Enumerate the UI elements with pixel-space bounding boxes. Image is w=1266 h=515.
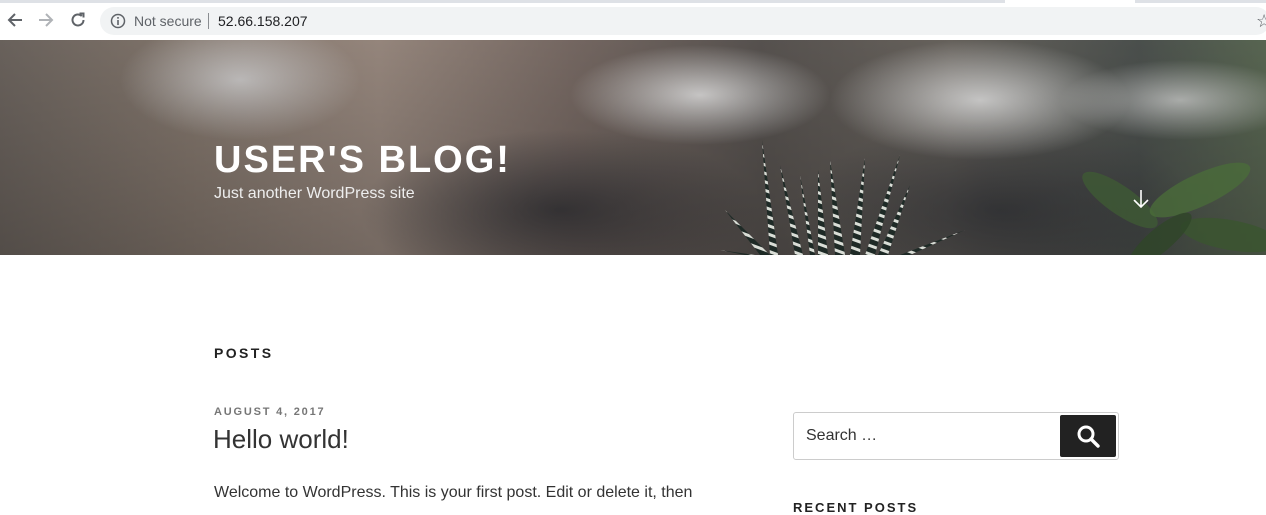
search-icon	[1077, 425, 1100, 448]
post-date[interactable]: AUGUST 4, 2017	[214, 406, 325, 418]
post-title[interactable]: Hello world!	[213, 424, 349, 455]
recent-posts-heading: RECENT POSTS	[793, 500, 919, 515]
bookmark-star-icon[interactable]: ☆	[1256, 11, 1266, 31]
url-text[interactable]: 52.66.158.207	[218, 13, 308, 29]
security-label: Not secure	[134, 13, 202, 29]
site-description: Just another WordPress site	[214, 185, 415, 202]
foliage-image	[1082, 162, 1266, 255]
info-icon[interactable]	[110, 13, 126, 29]
tab-strip	[0, 0, 1266, 3]
reload-icon[interactable]	[69, 11, 87, 29]
back-icon[interactable]	[6, 11, 24, 29]
posts-heading: POSTS	[214, 345, 274, 361]
plant-image	[720, 140, 965, 255]
search-input[interactable]	[794, 413, 1054, 459]
search-form	[793, 412, 1119, 460]
active-tab-indicator	[1005, 0, 1135, 3]
post-excerpt: Welcome to WordPress. This is your first…	[214, 484, 693, 501]
site-header: USER'S BLOG! Just another WordPress site	[0, 40, 1266, 255]
browser-toolbar: Not secure 52.66.158.207 ☆	[0, 0, 1266, 41]
search-button[interactable]	[1060, 415, 1116, 457]
arrow-down-icon[interactable]	[1131, 187, 1151, 211]
divider	[208, 13, 209, 29]
site-title[interactable]: USER'S BLOG!	[214, 137, 511, 183]
address-bar[interactable]: Not secure 52.66.158.207 ☆	[100, 7, 1266, 35]
forward-icon[interactable]	[37, 11, 55, 29]
